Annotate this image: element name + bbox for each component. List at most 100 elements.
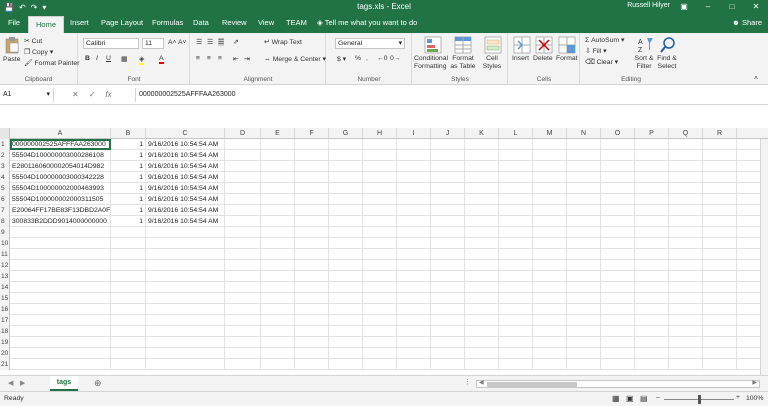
cell-r9[interactable] bbox=[703, 227, 737, 238]
cell-n17[interactable] bbox=[567, 315, 601, 326]
cell-o17[interactable] bbox=[601, 315, 635, 326]
cell-e10[interactable] bbox=[261, 238, 295, 249]
align-bottom-icon[interactable]: ☰ bbox=[218, 38, 225, 46]
cell-e20[interactable] bbox=[261, 348, 295, 359]
paste-label[interactable]: Paste bbox=[3, 56, 20, 63]
cell-g19[interactable] bbox=[329, 337, 363, 348]
column-header-r[interactable]: R bbox=[703, 128, 737, 139]
bold-button[interactable]: B bbox=[85, 55, 90, 62]
cell-m17[interactable] bbox=[533, 315, 567, 326]
cell-q3[interactable] bbox=[669, 161, 703, 172]
cell-n9[interactable] bbox=[567, 227, 601, 238]
align-left-icon[interactable]: ≡ bbox=[196, 55, 200, 62]
cell-g5[interactable] bbox=[329, 183, 363, 194]
cell-i8[interactable] bbox=[397, 216, 431, 227]
cell-r11[interactable] bbox=[703, 249, 737, 260]
cell-g18[interactable] bbox=[329, 326, 363, 337]
cell-p19[interactable] bbox=[635, 337, 669, 348]
cell-styles-icon[interactable] bbox=[484, 36, 502, 54]
cell-i13[interactable] bbox=[397, 271, 431, 282]
cell-b21[interactable] bbox=[111, 359, 146, 370]
column-header-h[interactable]: H bbox=[363, 128, 397, 139]
cell-d5[interactable] bbox=[225, 183, 261, 194]
cell-l2[interactable] bbox=[499, 150, 533, 161]
cell-f15[interactable] bbox=[295, 293, 329, 304]
cell-d7[interactable] bbox=[225, 205, 261, 216]
row-header[interactable]: 5 bbox=[0, 183, 10, 194]
cell-p9[interactable] bbox=[635, 227, 669, 238]
cut-button[interactable]: ✂ Cut bbox=[24, 37, 42, 45]
cell-k5[interactable] bbox=[465, 183, 499, 194]
column-header-d[interactable]: D bbox=[225, 128, 261, 139]
cell-d17[interactable] bbox=[225, 315, 261, 326]
cell-k18[interactable] bbox=[465, 326, 499, 337]
cell-i3[interactable] bbox=[397, 161, 431, 172]
cell-q6[interactable] bbox=[669, 194, 703, 205]
cell-p1[interactable] bbox=[635, 139, 669, 150]
cell-a15[interactable] bbox=[10, 293, 111, 304]
cell-f5[interactable] bbox=[295, 183, 329, 194]
cell-j7[interactable] bbox=[431, 205, 465, 216]
cell-h5[interactable] bbox=[363, 183, 397, 194]
scroll-thumb[interactable] bbox=[487, 382, 577, 387]
cell-n7[interactable] bbox=[567, 205, 601, 216]
maximize-icon[interactable]: □ bbox=[720, 0, 744, 14]
cell-e6[interactable] bbox=[261, 194, 295, 205]
cell-h12[interactable] bbox=[363, 260, 397, 271]
cell-m5[interactable] bbox=[533, 183, 567, 194]
cell-p2[interactable] bbox=[635, 150, 669, 161]
cell-m2[interactable] bbox=[533, 150, 567, 161]
cell-c20[interactable] bbox=[146, 348, 225, 359]
cell-q17[interactable] bbox=[669, 315, 703, 326]
cell-j18[interactable] bbox=[431, 326, 465, 337]
cell-i14[interactable] bbox=[397, 282, 431, 293]
cell-g13[interactable] bbox=[329, 271, 363, 282]
comma-icon[interactable]: , bbox=[366, 55, 368, 62]
paste-icon[interactable] bbox=[4, 36, 22, 54]
format-cells-icon[interactable] bbox=[558, 36, 576, 54]
cell-f13[interactable] bbox=[295, 271, 329, 282]
cell-e8[interactable] bbox=[261, 216, 295, 227]
insert-label[interactable]: Insert bbox=[512, 55, 529, 62]
cell-g7[interactable] bbox=[329, 205, 363, 216]
cell-i20[interactable] bbox=[397, 348, 431, 359]
cell-g2[interactable] bbox=[329, 150, 363, 161]
cell-n20[interactable] bbox=[567, 348, 601, 359]
cell-d19[interactable] bbox=[225, 337, 261, 348]
tab-team[interactable]: TEAM bbox=[286, 18, 307, 27]
new-sheet-icon[interactable]: ⊕ bbox=[94, 378, 102, 389]
row-header[interactable]: 17 bbox=[0, 315, 10, 326]
cell-n2[interactable] bbox=[567, 150, 601, 161]
cell-r15[interactable] bbox=[703, 293, 737, 304]
cell-h16[interactable] bbox=[363, 304, 397, 315]
cell-m3[interactable] bbox=[533, 161, 567, 172]
cell-n15[interactable] bbox=[567, 293, 601, 304]
cell-d10[interactable] bbox=[225, 238, 261, 249]
cell-o8[interactable] bbox=[601, 216, 635, 227]
cell-r19[interactable] bbox=[703, 337, 737, 348]
cell-q20[interactable] bbox=[669, 348, 703, 359]
row-header[interactable]: 10 bbox=[0, 238, 10, 249]
cell-q13[interactable] bbox=[669, 271, 703, 282]
cell-l7[interactable] bbox=[499, 205, 533, 216]
cell-q7[interactable] bbox=[669, 205, 703, 216]
cell-f4[interactable] bbox=[295, 172, 329, 183]
insert-cells-icon[interactable] bbox=[513, 36, 531, 54]
cell-h20[interactable] bbox=[363, 348, 397, 359]
tab-view[interactable]: View bbox=[258, 18, 274, 27]
cell-r18[interactable] bbox=[703, 326, 737, 337]
cell-o12[interactable] bbox=[601, 260, 635, 271]
cell-k19[interactable] bbox=[465, 337, 499, 348]
cell-a13[interactable] bbox=[10, 271, 111, 282]
cell-e1[interactable] bbox=[261, 139, 295, 150]
cell-f6[interactable] bbox=[295, 194, 329, 205]
cell-l4[interactable] bbox=[499, 172, 533, 183]
cell-n8[interactable] bbox=[567, 216, 601, 227]
next-sheet-icon[interactable]: ▶ bbox=[20, 379, 25, 387]
cell-k8[interactable] bbox=[465, 216, 499, 227]
cell-d3[interactable] bbox=[225, 161, 261, 172]
cell-e12[interactable] bbox=[261, 260, 295, 271]
cell-d11[interactable] bbox=[225, 249, 261, 260]
cell-b9[interactable] bbox=[111, 227, 146, 238]
column-header-m[interactable]: M bbox=[533, 128, 567, 139]
